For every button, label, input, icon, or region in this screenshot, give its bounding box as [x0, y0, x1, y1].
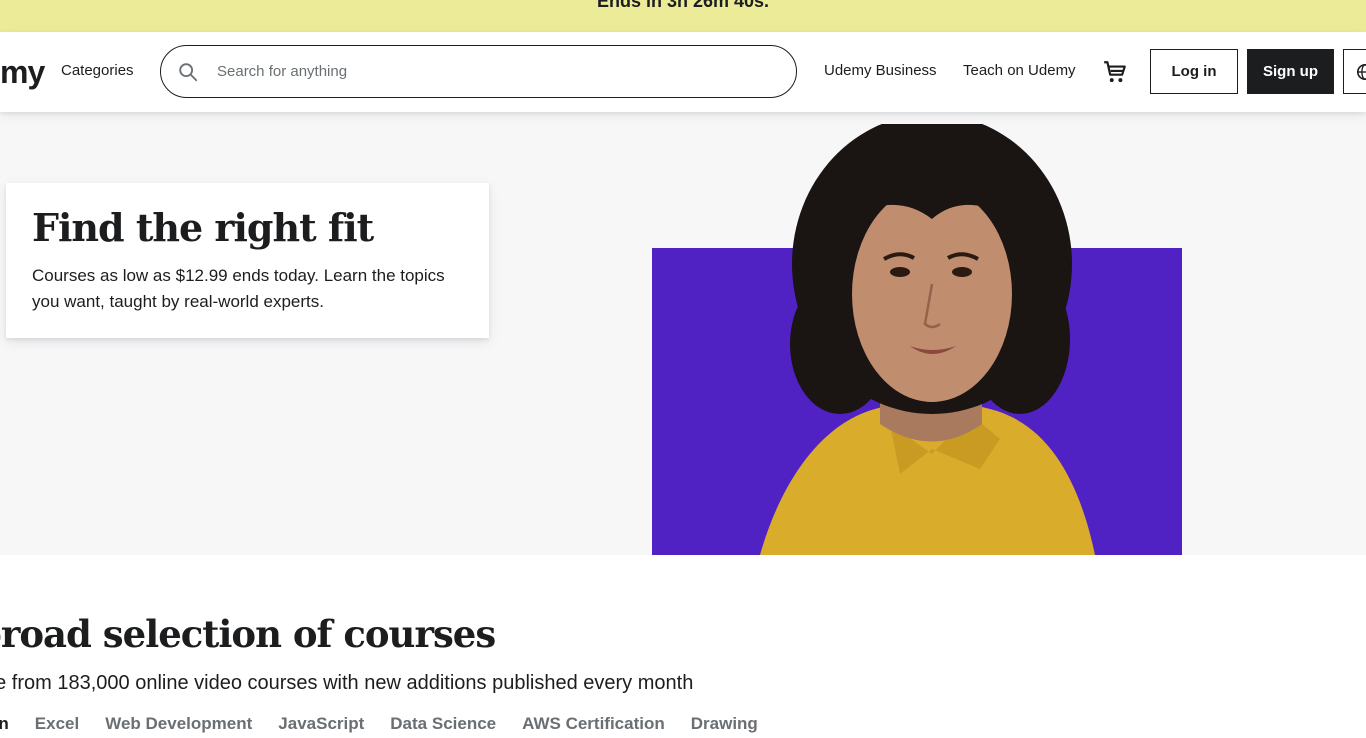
udemy-business-link[interactable]: Udemy Business [824, 62, 937, 79]
udemy-logo[interactable]: my [0, 52, 45, 92]
tab-web-development[interactable]: Web Development [105, 714, 252, 734]
tab-excel[interactable]: Excel [35, 714, 79, 734]
hero-card: Find the right fit Courses as low as $12… [6, 183, 489, 338]
language-button[interactable] [1343, 49, 1366, 94]
search-input[interactable] [217, 47, 777, 96]
signup-button[interactable]: Sign up [1247, 49, 1334, 94]
search-icon[interactable] [177, 61, 199, 83]
tab-python[interactable]: on [0, 714, 9, 734]
section-title: broad selection of courses [0, 612, 496, 656]
site-header: my Categories Udemy Business Teach on Ud… [0, 32, 1366, 112]
search-bar[interactable] [160, 45, 797, 98]
hero-text: Courses as low as $12.99 ends today. Lea… [32, 266, 445, 311]
section-subtitle: ose from 183,000 online video courses wi… [0, 672, 694, 694]
globe-icon [1356, 63, 1366, 81]
tab-javascript[interactable]: JavaScript [278, 714, 364, 734]
categories-link[interactable]: Categories [61, 62, 134, 79]
tab-data-science[interactable]: Data Science [390, 714, 496, 734]
countdown-text: Ends in 3h 26m 40s. [596, 0, 770, 11]
cart-icon[interactable] [1102, 59, 1128, 85]
tab-drawing[interactable]: Drawing [691, 714, 758, 734]
promo-banner: Ends in 3h 26m 40s. [0, 0, 1366, 32]
hero-person-image [760, 124, 1095, 555]
login-button[interactable]: Log in [1150, 49, 1238, 94]
tab-aws-certification[interactable]: AWS Certification [522, 714, 665, 734]
category-tabs: on Excel Web Development JavaScript Data… [0, 714, 758, 734]
hero-title: Find the right fit [32, 205, 374, 250]
teach-on-udemy-link[interactable]: Teach on Udemy [963, 62, 1076, 79]
